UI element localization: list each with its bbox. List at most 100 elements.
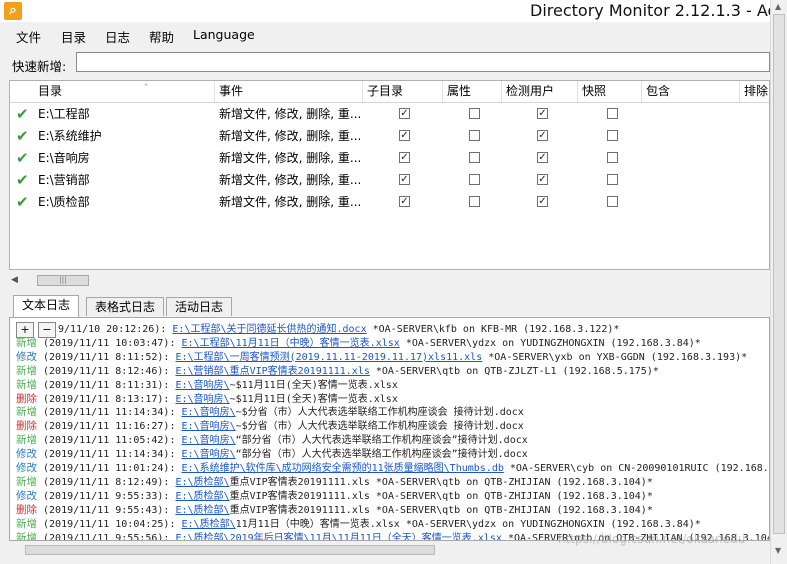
log-path-link[interactable]: E:\质检部\ (175, 505, 229, 516)
log-path-link[interactable]: E:\音响房\ (182, 407, 236, 418)
detect-user-checkbox[interactable]: ✓ (537, 152, 548, 163)
attributes-checkbox[interactable] (469, 174, 480, 185)
subdir-checkbox[interactable]: ✓ (399, 108, 410, 119)
table-row[interactable]: ✔ E:\工程部 新增文件, 修改, 删除, 重... ✓ ✓ (10, 103, 769, 125)
subdir-checkbox[interactable]: ✓ (399, 130, 410, 141)
zoom-controls: + − (16, 322, 56, 338)
quick-add-input[interactable] (76, 52, 770, 72)
zoom-in-button[interactable]: + (16, 322, 34, 338)
log-action: 修改 (16, 489, 37, 502)
attributes-checkbox[interactable] (469, 108, 480, 119)
log-path-link[interactable]: E:\质检部\ (175, 491, 229, 502)
menu-file[interactable]: 文件 (16, 27, 41, 46)
menu-language[interactable]: Language (193, 27, 255, 42)
attributes-checkbox[interactable] (469, 130, 480, 141)
col-header-events[interactable]: 事件 (215, 81, 363, 102)
log-entry: 新增 (2019/11/11 10:03:47): E:\工程部\11月11日（… (16, 336, 701, 350)
log-entry: 修改 (2019/11/11 8:11:52): E:\工程部\一周客情预测(2… (16, 350, 747, 364)
log-path-link[interactable]: E:\工程部\关于同德延长供热的通知.docx (172, 324, 366, 335)
tab-text-log[interactable]: 文本日志 (13, 295, 80, 317)
table-row[interactable]: ✔ E:\质检部 新增文件, 修改, 删除, 重... ✓ ✓ (10, 191, 769, 213)
log-entry: 删除 (2019/11/11 11:16:27): E:\音响房\~$分省（市）… (16, 419, 524, 433)
log-path-link[interactable]: E:\质检部\2019年后日客情\11月\11月11日（全天）客情一览表.xls… (175, 533, 501, 541)
menu-directory[interactable]: 目录 (61, 27, 86, 46)
log-path-link[interactable]: E:\音响房\ (182, 421, 236, 432)
detect-user-checkbox[interactable]: ✓ (537, 130, 548, 141)
log-action: 删除 (16, 503, 37, 516)
col-header-detect-user[interactable]: 检测用户 (502, 81, 578, 102)
tab-table-log[interactable]: 表格式日志 (86, 297, 165, 316)
vertical-scrollbar-thumb[interactable] (773, 14, 785, 534)
log-detail: 重点VIP客情表20191111.xls *OA-SERVER\qtb on Q… (229, 476, 653, 488)
directory-cell: E:\质检部 (38, 195, 90, 209)
table-row[interactable]: ✔ E:\系统维护 新增文件, 修改, 删除, 重... ✓ ✓ (10, 125, 769, 147)
app-window: ⌕ Directory Monitor 2.12.1.3 - Adm 文件 目录… (0, 0, 787, 564)
directory-cell: E:\系统维护 (38, 129, 102, 143)
log-detail: *OA-SERVER\cyb on CN-20090101RUIC (192.1… (509, 463, 769, 474)
col-header-attributes[interactable]: 属性 (443, 81, 502, 102)
zoom-out-button[interactable]: − (38, 322, 56, 338)
log-path-link[interactable]: E:\音响房\ (182, 449, 236, 460)
scroll-left-icon[interactable]: ◀ (11, 275, 18, 285)
attributes-checkbox[interactable] (469, 152, 480, 163)
log-detail: ~$分省（市）人大代表选举联络工作机构座谈会 接待计划.docx (235, 421, 524, 433)
snapshot-checkbox[interactable] (607, 152, 618, 163)
scroll-down-icon[interactable]: ▼ (775, 546, 781, 555)
log-path-link[interactable]: E:\音响房\ (182, 435, 236, 446)
table-row[interactable]: ✔ E:\音响房 新增文件, 修改, 删除, 重... ✓ ✓ (10, 147, 769, 169)
subdir-checkbox[interactable]: ✓ (399, 196, 410, 207)
log-path-link[interactable]: E:\工程部\一周客情预测(2019.11.11-2019.11.17)xls1… (175, 352, 482, 363)
col-header-include[interactable]: 包含 (642, 81, 740, 102)
log-time: (2019/11/11 11:16:27): (37, 421, 176, 433)
subdir-checkbox[interactable]: ✓ (399, 152, 410, 163)
log-detail: “部分省（市）人大代表选举联络工作机构座谈会”接待计划.docx (235, 449, 528, 461)
col-header-directory[interactable]: 目录 ˄ (34, 81, 215, 102)
log-time: (2019/11/11 11:05:42): (37, 435, 176, 447)
log-entry: 新增 (2019/11/11 11:14:34): E:\音响房\~$分省（市）… (16, 405, 524, 419)
col-header-directory-label: 目录 (38, 84, 63, 98)
col-header-exclude[interactable]: 排除 (740, 81, 769, 102)
log-path-link[interactable]: E:\系统维护\软件库\成功网络安全需预的11张质量缩略图\Thumbs.db (182, 463, 504, 474)
log-detail: “部分省（市）人大代表选举联络工作机构座谈会”接待计划.docx (235, 435, 528, 447)
quick-add-bar: 快速新增: (0, 50, 770, 76)
subdir-checkbox[interactable]: ✓ (399, 174, 410, 185)
log-action: 新增 (16, 517, 37, 530)
log-time: (2019/11/11 9:55:43): (37, 504, 170, 516)
log-path-link[interactable]: E:\音响房\ (175, 380, 229, 391)
quick-add-label: 快速新增: (12, 59, 67, 74)
log-path-link[interactable]: E:\质检部\ (182, 519, 236, 530)
log-detail: ~$11月11日(全天)客情一览表.xlsx (229, 379, 398, 391)
log-path-link[interactable]: E:\工程部\11月11日（中晚）客情一览表.xlsx (182, 338, 400, 349)
log-path-link[interactable]: E:\质检部\ (175, 477, 229, 488)
snapshot-checkbox[interactable] (607, 108, 618, 119)
snapshot-checkbox[interactable] (607, 174, 618, 185)
grid-header: 目录 ˄ 事件 子目录 属性 检测用户 快照 包含 排除 (10, 81, 769, 103)
detect-user-checkbox[interactable]: ✓ (537, 174, 548, 185)
attributes-checkbox[interactable] (469, 196, 480, 207)
detect-user-checkbox[interactable]: ✓ (537, 108, 548, 119)
detect-user-checkbox[interactable]: ✓ (537, 196, 548, 207)
log-entry: 新增 (2019/11/11 11:05:42): E:\音响房\“部分省（市）… (16, 433, 528, 447)
tab-activity-log[interactable]: 活动日志 (166, 297, 233, 316)
snapshot-checkbox[interactable] (607, 196, 618, 207)
col-header-subdir[interactable]: 子目录 (363, 81, 443, 102)
menu-help[interactable]: 帮助 (149, 27, 174, 46)
log-entry: 删除 (2019/11/11 9:55:43): E:\质检部\重点VIP客情表… (16, 503, 653, 517)
log-detail: *OA-SERVER\ydzx on YUDINGZHONGXIN (192.1… (399, 337, 701, 349)
grid-horizontal-scrollbar[interactable]: ◀ ||| (9, 273, 770, 289)
log-action: 新增 (16, 336, 37, 349)
scroll-up-icon[interactable]: ▲ (775, 2, 781, 11)
log-path-link[interactable]: E:\音响房\ (175, 394, 229, 405)
scrollbar-thumb[interactable]: ||| (37, 275, 89, 286)
log-time: (2019/11/11 10:04:25): (37, 518, 176, 530)
check-icon: ✔ (16, 105, 29, 123)
snapshot-checkbox[interactable] (607, 130, 618, 141)
log-scrollbar-thumb[interactable] (25, 545, 435, 555)
window-vertical-scrollbar[interactable]: ▲ ▼ (770, 0, 787, 564)
menu-log[interactable]: 日志 (105, 27, 130, 46)
log-detail: *OA-SERVER\kfb on KFB-MR (192.168.3.122)… (366, 324, 620, 335)
col-header-snapshot[interactable]: 快照 (578, 81, 642, 102)
log-path-link[interactable]: E:\营销部\重点VIP客情表20191111.xls (175, 366, 369, 377)
table-row[interactable]: ✔ E:\营销部 新增文件, 修改, 删除, 重... ✓ ✓ (10, 169, 769, 191)
directory-cell: E:\工程部 (38, 107, 90, 121)
